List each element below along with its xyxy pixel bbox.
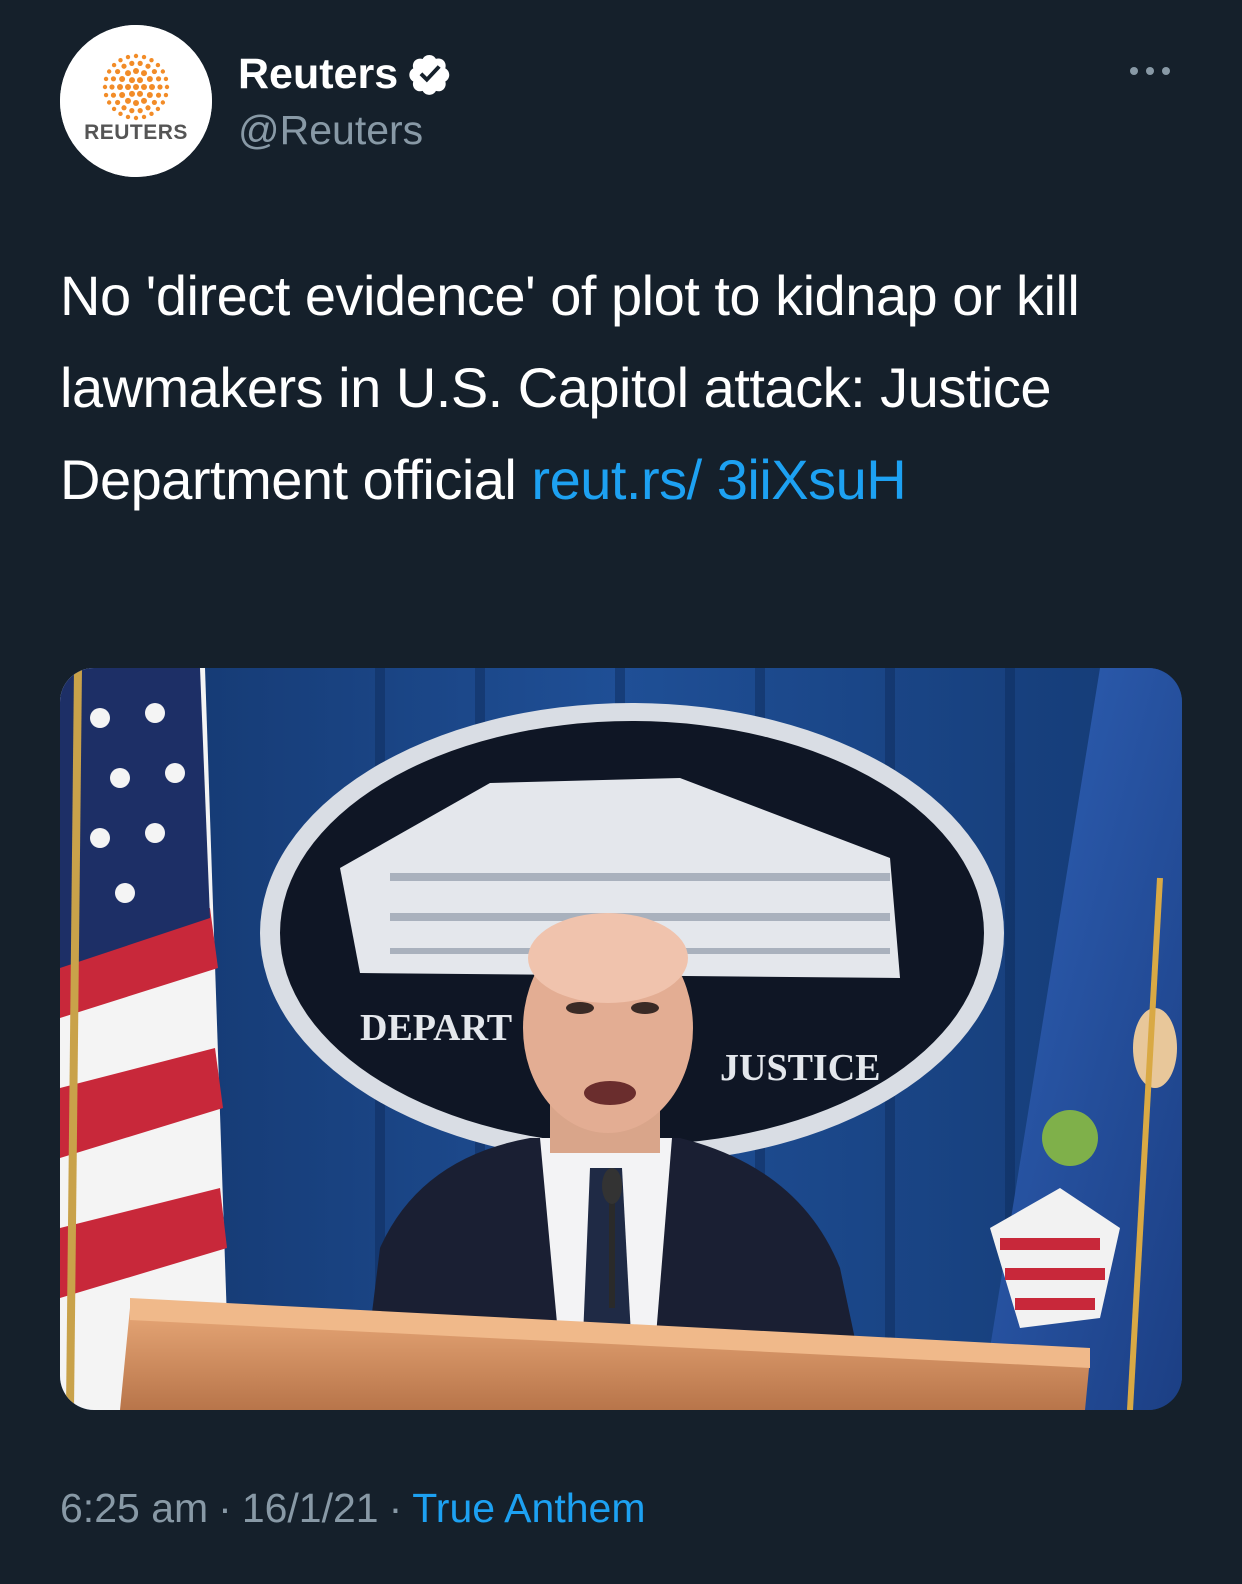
logo-dot	[110, 76, 117, 82]
logo-dot	[141, 97, 147, 104]
logo-dot	[110, 92, 117, 98]
logo-dot	[125, 70, 131, 77]
logo-dot	[125, 84, 131, 90]
logo-dot	[149, 57, 154, 63]
logo-dot	[155, 76, 162, 82]
reuters-logo-icon: REUTERS	[60, 25, 212, 177]
logo-dot	[129, 60, 135, 66]
logo-dot	[129, 90, 135, 97]
logo-dot	[106, 69, 112, 74]
logo-dot	[125, 114, 131, 120]
logo-dot	[160, 100, 166, 105]
logo-dot	[149, 84, 155, 90]
logo-dot	[137, 108, 143, 114]
logo-dot	[151, 99, 157, 106]
logo-dot	[149, 111, 154, 117]
logo-dot	[146, 76, 153, 82]
user-block[interactable]: Reuters @Reuters	[238, 48, 452, 156]
meta-separator: ·	[388, 1485, 403, 1531]
tweet-time[interactable]: 6:25 am	[60, 1485, 208, 1531]
tweet-date[interactable]: 16/1/21	[242, 1485, 379, 1531]
logo-dot	[111, 62, 117, 68]
seal-text-left: DEPART	[360, 1007, 512, 1049]
press-conference-photo: DEPART JUSTICE	[60, 668, 1182, 1410]
logo-dot	[118, 57, 123, 63]
logo-dot	[111, 106, 117, 112]
reuters-wordmark: REUTERS	[84, 121, 188, 144]
logo-dot	[141, 54, 147, 60]
verified-badge-icon	[409, 54, 450, 95]
tweet-link[interactable]: reut.rs/ 3iiXsuH	[531, 448, 906, 511]
seal-text-right: JUSTICE	[720, 1047, 881, 1089]
tweet-text: No 'direct evidence' of plot to kidnap o…	[60, 250, 1180, 526]
logo-dot	[141, 114, 147, 120]
logo-dot	[164, 84, 170, 90]
logo-dot	[137, 77, 143, 84]
logo-dot	[125, 97, 131, 104]
logo-dot	[106, 100, 112, 105]
logo-dot	[103, 76, 109, 82]
logo-dot	[133, 115, 139, 121]
tweet-meta: 6:25 am · 16/1/21 · True Anthem	[60, 1480, 645, 1536]
logo-dot	[121, 63, 127, 69]
logo-dot	[109, 84, 115, 90]
logo-dot	[117, 84, 123, 90]
logo-dot	[129, 108, 135, 114]
handle: @Reuters	[238, 107, 424, 153]
avatar[interactable]: REUTERS	[60, 25, 212, 177]
logo-dot	[146, 92, 153, 98]
logo-dot	[119, 76, 126, 82]
logo-dot	[102, 84, 108, 90]
logo-dot	[103, 92, 109, 98]
logo-dot	[151, 68, 157, 75]
logo-dot	[133, 53, 139, 59]
tweet-source[interactable]: True Anthem	[412, 1485, 645, 1531]
logo-dot	[141, 70, 147, 77]
logo-dot	[121, 105, 127, 111]
logo-dot	[145, 63, 151, 69]
logo-dot	[137, 60, 143, 66]
logo-dot	[133, 84, 139, 90]
meta-separator: ·	[218, 1485, 232, 1531]
logo-dot	[137, 90, 143, 97]
logo-dot	[163, 76, 169, 82]
logo-dot	[115, 68, 121, 75]
display-name[interactable]: Reuters	[238, 48, 398, 100]
logo-dot	[160, 69, 166, 74]
logo-dot	[133, 68, 139, 74]
logo-dot	[115, 99, 121, 106]
logo-dot	[157, 84, 163, 90]
logo-dot	[133, 100, 139, 106]
tweet[interactable]: REUTERS Reuters @Reuters No 'direct evid…	[0, 0, 1242, 1584]
logo-dot	[163, 92, 169, 98]
logo-dot	[145, 105, 151, 111]
tweet-image[interactable]: DEPART JUSTICE	[60, 668, 1182, 1410]
logo-dot	[155, 62, 161, 68]
more-dots-icon[interactable]	[1126, 56, 1174, 86]
logo-dot	[125, 54, 131, 60]
logo-dot	[119, 92, 126, 98]
logo-dot	[129, 77, 135, 84]
logo-dot	[141, 84, 147, 90]
logo-dot	[155, 106, 161, 112]
logo-dot	[155, 92, 162, 98]
logo-dot	[118, 111, 123, 117]
